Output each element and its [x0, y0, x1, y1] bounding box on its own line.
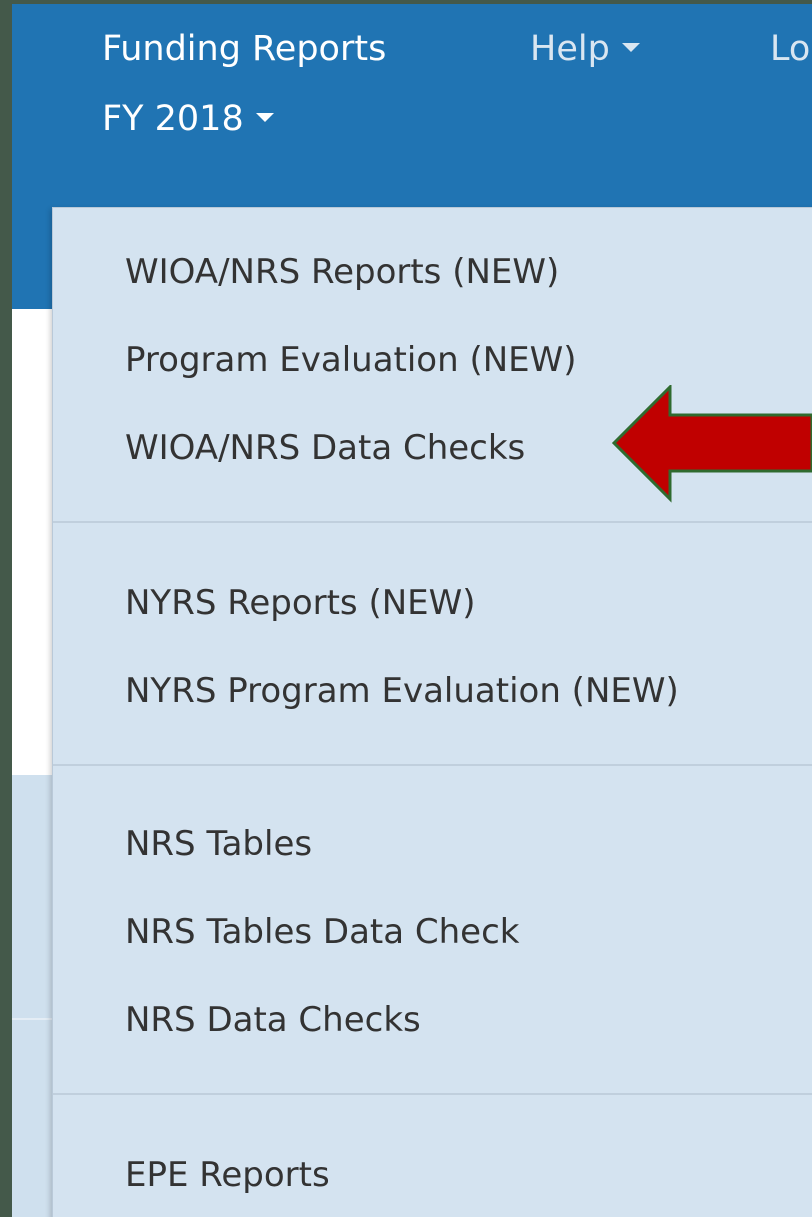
menu-item-nrs-data-checks[interactable]: NRS Data Checks	[125, 1003, 421, 1037]
menu-item-nrs-tables-data-check[interactable]: NRS Tables Data Check	[125, 915, 519, 949]
menu-item-wioa-nrs-reports[interactable]: WIOA/NRS Reports (NEW)	[125, 255, 559, 289]
fiscal-year-label: FY 2018	[102, 99, 244, 139]
nav-help-dropdown[interactable]: Help	[530, 32, 640, 67]
nav-help-label: Help	[530, 29, 610, 69]
menu-item-wioa-nrs-data-checks[interactable]: WIOA/NRS Data Checks	[125, 431, 525, 465]
menu-item-nyrs-program-evaluation[interactable]: NYRS Program Evaluation (NEW)	[125, 674, 679, 708]
chevron-down-icon	[621, 43, 640, 52]
menu-item-nrs-tables[interactable]: NRS Tables	[125, 827, 312, 861]
menu-item-nyrs-reports[interactable]: NYRS Reports (NEW)	[125, 586, 476, 620]
nav-truncated-item[interactable]: Lo	[770, 32, 810, 67]
menu-item-program-evaluation[interactable]: Program Evaluation (NEW)	[125, 343, 577, 377]
fiscal-year-dropdown-menu: WIOA/NRS Reports (NEW) Program Evaluatio…	[52, 207, 812, 1217]
menu-item-epe-reports[interactable]: EPE Reports	[125, 1158, 330, 1192]
nav-fiscal-year-dropdown[interactable]: FY 2018	[102, 102, 274, 137]
menu-divider	[53, 764, 812, 766]
app-window: Funding Reports Help Lo FY 2018 WIOA/NRS…	[12, 4, 812, 1217]
left-arrow-icon	[611, 385, 812, 503]
chevron-down-icon	[255, 113, 274, 122]
menu-divider	[53, 1093, 812, 1095]
menu-divider	[53, 521, 812, 523]
nav-funding-reports[interactable]: Funding Reports	[102, 32, 386, 67]
